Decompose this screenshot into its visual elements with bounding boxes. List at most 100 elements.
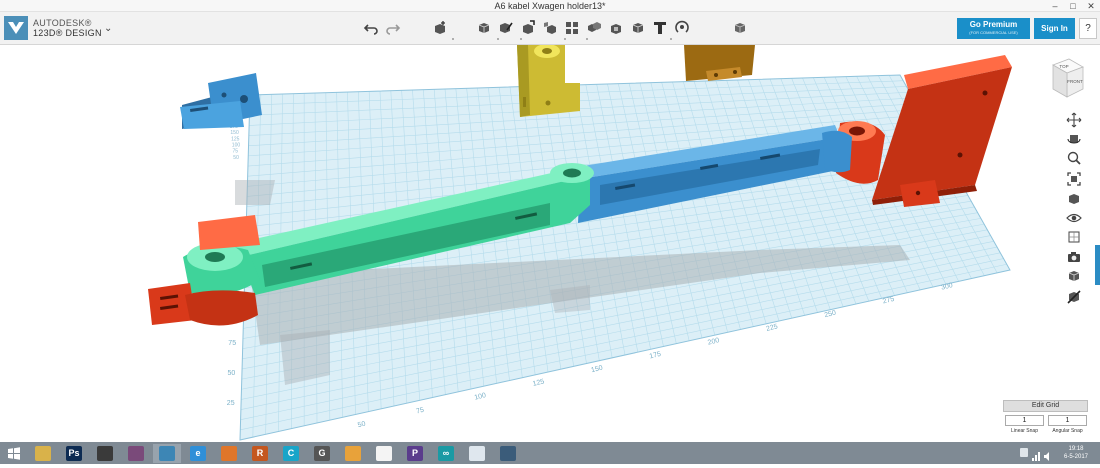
help-button[interactable]: ? [1079,18,1097,39]
linear-snap-input[interactable]: 1 [1005,415,1044,426]
redo-icon[interactable] [385,20,401,36]
grid-tick-label: 250 [824,310,837,320]
materials-outline-icon[interactable] [1066,229,1082,245]
navigation-bar [1063,105,1085,315]
close-button[interactable]: ✕ [1082,0,1100,12]
material-icon[interactable] [732,20,748,36]
grid-tick-label: 50 [228,370,236,377]
side-panel-tab[interactable] [1095,245,1100,285]
sketch-icon[interactable] [498,20,514,36]
internet-explorer-icon: e [190,446,206,461]
go-premium-button[interactable]: Go Premium (FOR COMMERCIAL USE) [957,18,1030,39]
3d-icon [128,446,144,461]
photoshop-icon: Ps [66,446,82,461]
solid-view-icon[interactable] [1066,268,1082,284]
text-icon[interactable] [652,20,668,36]
system-clock[interactable]: 19:18 6-5-2017 [1058,445,1094,461]
brand-line-1: AUTODESK® [33,18,92,28]
visibility-icon[interactable] [1066,210,1082,226]
minimize-button[interactable]: – [1046,0,1064,12]
orbit-icon[interactable] [1066,131,1082,147]
angular-snap-input[interactable]: 1 [1048,415,1087,426]
clock-date: 6-5-2017 [1063,454,1089,460]
toolbar-dot [497,38,499,40]
123d-design-icon [159,446,175,461]
taskbar-app[interactable] [91,444,119,463]
sign-in-button[interactable]: Sign In [1034,18,1075,39]
part-shadow [235,180,275,205]
start-button[interactable] [0,444,28,463]
perspective-icon[interactable] [1066,191,1082,207]
zoom-icon[interactable] [1066,150,1082,166]
combine-icon[interactable] [608,20,624,36]
taskbar-app[interactable] [339,444,367,463]
taskbar-app[interactable]: e [184,444,212,463]
taskbar-app[interactable] [494,444,522,463]
primitives-icon[interactable] [476,20,492,36]
construct-icon[interactable] [520,20,536,36]
taskbar-app[interactable] [153,444,181,463]
taskbar-app[interactable]: ∞ [432,444,460,463]
taskbar-app[interactable] [215,444,243,463]
undo-icon[interactable] [363,20,379,36]
taskbar-app[interactable] [122,444,150,463]
grid-tick-label: 125 [231,136,240,142]
taskbar-app[interactable]: C [277,444,305,463]
c-app-icon: C [283,446,299,461]
grouping-icon[interactable] [586,20,602,36]
brand-text: AUTODESK® 123D® DESIGN [33,18,102,38]
taskbar-app[interactable] [29,444,57,463]
grid-tick-label: 25 [227,400,235,407]
taskbar-app[interactable] [370,444,398,463]
toolbar-dot [670,38,672,40]
grid-tick-label: 200 [707,337,720,347]
pan-icon[interactable] [1066,112,1082,128]
measure-icon[interactable] [630,20,646,36]
taskbar-app[interactable]: G [308,444,336,463]
view-cube-top-label: TOP [1059,64,1068,69]
grid-tick-label: 100 [474,392,487,402]
view-cube[interactable]: TOP FRONT [1047,57,1085,99]
grid-tick-label: 75 [228,340,236,347]
g-app-icon: G [314,446,330,461]
maximize-button[interactable]: □ [1064,0,1082,12]
grid-tick-label: 225 [765,323,778,333]
pattern-icon[interactable] [564,20,580,36]
paint-icon [345,446,361,461]
hide-icon[interactable] [1066,289,1082,305]
scene-canvas[interactable]: 5075100125150175200225250275300 755025 2… [0,45,1100,442]
toolbar-dot [452,38,454,40]
transform-icon[interactable] [432,20,448,36]
grid-tick-label: 75 [415,407,424,416]
volume-icon[interactable] [1044,448,1052,461]
tray-flag-icon[interactable] [1020,448,1028,457]
modify-icon[interactable] [542,20,558,36]
grid-tick-label: 175 [649,351,662,361]
grid-tick-label: 150 [590,365,603,375]
network-icon[interactable] [1032,448,1040,461]
app-logo [4,16,28,40]
r-app-icon: R [252,446,268,461]
grid-tick-label: 100 [232,143,241,149]
grid-tick-label: 50 [233,155,239,161]
taskbar-app[interactable] [463,444,491,463]
taskbar-app[interactable]: R [246,444,274,463]
chevron-down-icon[interactable]: ⌄ [104,23,112,34]
cura-icon [500,446,516,461]
edit-grid-button[interactable]: Edit Grid [1003,400,1088,412]
grid-tick-label: 275 [882,296,895,306]
grid-tick-label: 75 [233,149,239,155]
brand-line-2: 123D® DESIGN [33,28,102,38]
toolbar-dot [564,38,566,40]
main-toolbar: AUTODESK® 123D® DESIGN ⌄ Go Premium (FOR… [0,12,1100,45]
notepad-icon [469,446,485,461]
fit-icon[interactable] [1066,171,1082,187]
view-cube-front-label: FRONT [1067,79,1083,84]
taskbar-app[interactable]: Ps [60,444,88,463]
taskbar-app[interactable]: P [401,444,429,463]
screenshot-icon[interactable] [1066,249,1082,265]
3d-viewport[interactable]: 5075100125150175200225250275300 755025 2… [0,45,1100,442]
part-brown-block [684,45,755,81]
grid-tick-label: 300 [940,282,953,292]
snap-icon[interactable] [674,20,690,36]
